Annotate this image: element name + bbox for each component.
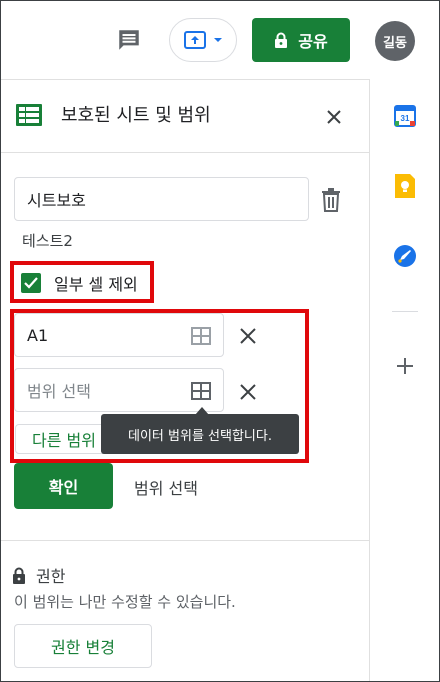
range-input-1[interactable]: A1 (14, 313, 224, 357)
lock-icon (13, 567, 25, 584)
except-cells-checkbox[interactable] (21, 273, 41, 293)
check-icon (24, 277, 38, 289)
grid-select-icon[interactable] (191, 326, 211, 346)
comment-button[interactable] (112, 25, 146, 55)
calendar-button[interactable]: 31 (392, 103, 418, 129)
rail-divider (392, 311, 418, 312)
remove-range-2-icon[interactable] (238, 382, 258, 402)
permission-heading: 권한 (12, 563, 65, 587)
remove-range-1-icon[interactable] (238, 326, 258, 346)
permission-title: 권한 (36, 567, 66, 586)
tooltip: 데이터 범위를 선택합니다. (101, 414, 299, 454)
lock-icon (275, 32, 288, 48)
delete-button[interactable] (319, 187, 343, 213)
add-addon-button[interactable] (392, 353, 418, 379)
section-divider (1, 540, 369, 541)
trash-icon (322, 188, 340, 212)
chevron-down-icon (214, 38, 222, 42)
tasks-icon (394, 245, 416, 267)
keep-button[interactable] (392, 173, 418, 199)
share-label: 공유 (298, 32, 328, 51)
panel-title: 보호된 시트 및 범위 (61, 105, 211, 126)
grid-select-icon[interactable] (191, 381, 211, 401)
share-button[interactable]: 공유 (252, 18, 350, 62)
range-value: A1 (27, 325, 49, 345)
keep-icon (395, 174, 415, 198)
calendar-icon: 31 (394, 105, 416, 127)
close-icon (327, 110, 341, 124)
svg-text:31: 31 (401, 114, 410, 123)
plus-icon (397, 358, 413, 374)
range-placeholder: 범위 선택 (27, 382, 91, 401)
select-range-button[interactable]: 범위 선택 (134, 475, 198, 499)
present-icon (184, 31, 206, 49)
permission-description: 이 범위는 나만 수정할 수 있습니다. (14, 593, 236, 611)
description-input[interactable]: 시트보호 (14, 177, 309, 221)
range-input-2[interactable]: 범위 선택 (14, 368, 224, 412)
sheets-icon (16, 104, 42, 126)
top-bar: 공유 길동 (1, 1, 439, 79)
change-permission-button[interactable]: 권한 변경 (14, 624, 152, 668)
comment-icon (119, 30, 139, 50)
sheet-name: 테스트2 (22, 232, 73, 250)
present-button[interactable] (169, 18, 237, 62)
confirm-button[interactable]: 확인 (14, 463, 113, 509)
except-cells-highlight: 일부 셀 제외 (10, 261, 154, 303)
avatar[interactable]: 길동 (375, 21, 415, 61)
panel-close-button[interactable] (322, 105, 346, 129)
side-rail: 31 (369, 79, 439, 681)
panel-header: 보호된 시트 및 범위 (1, 80, 369, 153)
protected-ranges-panel: 보호된 시트 및 범위 시트보호 테스트2 일부 셀 제외 A1 범위 선택 다… (1, 79, 369, 681)
tasks-button[interactable] (392, 243, 418, 269)
except-cells-label: 일부 셀 제외 (54, 275, 138, 294)
